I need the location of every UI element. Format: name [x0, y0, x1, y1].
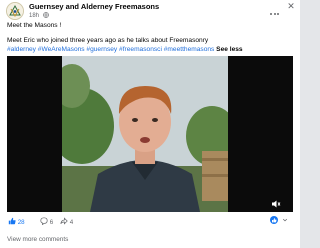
- page-avatar[interactable]: [6, 2, 24, 20]
- post-text-line-2: Meet Eric who joined three years ago as …: [7, 37, 209, 44]
- comment-button[interactable]: 6: [40, 217, 53, 226]
- post-actions: 28 6 4: [8, 216, 292, 227]
- mute-icon[interactable]: [271, 196, 281, 208]
- post-hashtags: #alderney #WeAreMasons #guernsey #freema…: [7, 46, 243, 54]
- like-button[interactable]: 28: [8, 217, 25, 226]
- page-name[interactable]: Guernsey and Alderney Freemasons: [29, 2, 159, 11]
- post-header: Guernsey and Alderney Freemasons 18h ✕: [6, 1, 296, 22]
- more-options-icon[interactable]: [270, 2, 284, 15]
- like-count: 28: [17, 219, 25, 226]
- video-frame: [62, 56, 228, 212]
- view-more-comments-link[interactable]: View more comments: [7, 236, 68, 243]
- share-icon: [60, 217, 68, 225]
- globe-icon: [42, 12, 49, 20]
- reaction-icon[interactable]: [270, 216, 278, 224]
- chevron-down-icon[interactable]: [282, 217, 288, 223]
- post-time[interactable]: 18h: [29, 13, 39, 19]
- comment-icon: [40, 217, 48, 226]
- share-button[interactable]: 4: [60, 217, 73, 226]
- video-player[interactable]: [7, 56, 293, 212]
- post-card: Guernsey and Alderney Freemasons 18h ✕ M…: [0, 0, 300, 248]
- hashtag-links[interactable]: #alderney #WeAreMasons #guernsey #freema…: [7, 46, 214, 53]
- see-less-link[interactable]: See less: [216, 46, 242, 53]
- like-icon: [8, 217, 16, 225]
- close-icon[interactable]: ✕: [286, 1, 296, 11]
- post-meta: 18h: [29, 12, 49, 20]
- comment-count: 6: [49, 219, 54, 226]
- post-text-line-1: Meet the Masons !: [7, 22, 62, 29]
- share-count: 4: [69, 219, 74, 226]
